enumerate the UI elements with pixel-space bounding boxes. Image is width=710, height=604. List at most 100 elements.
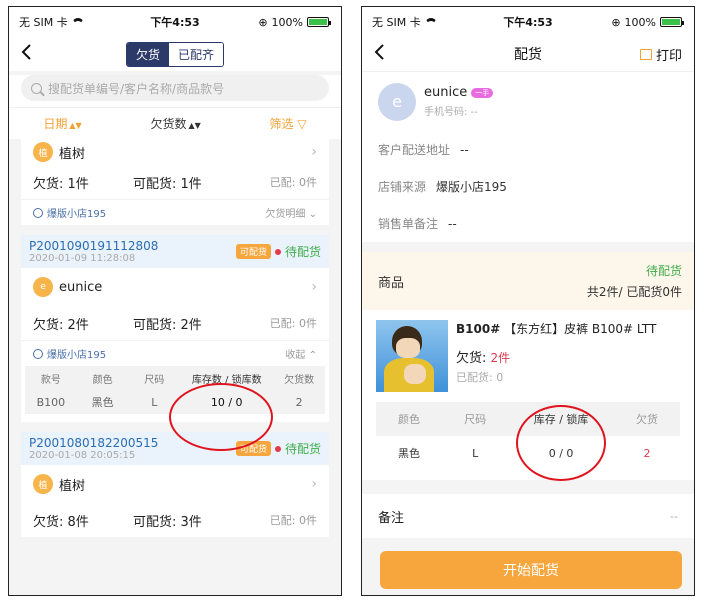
search-icon	[31, 82, 42, 94]
orientation-lock-icon: ⊕	[611, 15, 621, 29]
tab-owed[interactable]: 欠货	[126, 42, 169, 66]
wifi-icon	[71, 17, 84, 27]
left-screen: 无 SIM 卡 下午4:53 ⊕ 100% 欠货 已配齐 搜配货单编号/客户名称/…	[8, 6, 342, 596]
col-owe: 欠货	[635, 413, 658, 426]
col-size: 尺码	[464, 413, 487, 426]
page-title: 配货	[514, 47, 542, 63]
avatar: e	[33, 277, 53, 297]
customer-info: e eunice 一手 手机号码: --	[362, 71, 694, 131]
cell-size: L	[151, 395, 158, 409]
cell-code: B100	[36, 395, 66, 409]
back-icon[interactable]	[374, 44, 388, 62]
order-date: 2020-01-09 11:28:08	[29, 253, 136, 264]
chevron-right-icon: ›	[311, 279, 317, 295]
note-value: --	[670, 509, 678, 523]
available-count: 可配货: 2件	[133, 317, 202, 333]
status-bar: 无 SIM 卡 下午4:53 ⊕ 100%	[362, 7, 694, 37]
battery-icon	[307, 17, 331, 27]
col-color: 颜色	[398, 413, 421, 426]
table-row: B100 黑色 L 10 / 0 2	[25, 390, 325, 414]
note-row[interactable]: 备注 --	[362, 494, 694, 538]
cell-color: 黑色	[91, 396, 114, 409]
remark-row: 销售单备注 --	[362, 205, 694, 242]
address-row: 客户配送地址 --	[362, 131, 694, 168]
owe-count: 欠货: 2件	[33, 317, 89, 333]
product-image	[376, 320, 448, 392]
customer-name: eunice	[59, 279, 103, 295]
carrier-label: 无 SIM 卡	[19, 16, 68, 29]
col-stock: 库存 / 锁库	[533, 413, 589, 426]
sort-qty-button[interactable]: 欠货数 ▲▼	[150, 115, 200, 132]
sort-icon: ▲▼	[188, 121, 201, 130]
battery-icon	[660, 17, 684, 27]
back-icon[interactable]	[21, 44, 35, 62]
order-number: P2001090191112808	[29, 239, 159, 253]
order-card[interactable]: 植 植树 › 欠货: 1件 可配货: 1件 已配: 0件 爆版小店195 欠货明…	[21, 139, 329, 225]
battery-percent: 100%	[624, 15, 656, 29]
store-label: 店铺来源	[378, 180, 427, 194]
done-count: 已配: 0件	[269, 317, 317, 330]
chevron-right-icon: ›	[311, 476, 317, 492]
tab-complete[interactable]: 已配齐	[169, 42, 224, 66]
goods-status: 待配货	[645, 264, 682, 278]
remark-label: 销售单备注	[378, 217, 439, 231]
printer-icon	[639, 49, 652, 60]
status-text: 待配货	[284, 245, 321, 259]
order-number: P2001080182200515	[29, 436, 159, 450]
cell-size: L	[472, 446, 479, 460]
wifi-icon	[424, 17, 437, 27]
status-text: 待配货	[284, 442, 321, 456]
start-distribution-button[interactable]: 开始配货	[380, 551, 682, 589]
search-input[interactable]: 搜配货单编号/客户名称/商品款号	[21, 75, 329, 101]
right-screen: 无 SIM 卡 下午4:53 ⊕ 100% 配货 打印 e eunice 一手 手机…	[361, 6, 695, 596]
customer-name: 植树	[59, 478, 86, 494]
done-count: 已配: 0件	[269, 176, 317, 189]
order-list: 植 植树 › 欠货: 1件 可配货: 1件 已配: 0件 爆版小店195 欠货明…	[9, 139, 341, 537]
col-code: 款号	[40, 374, 61, 386]
battery-percent: 100%	[271, 15, 303, 29]
done-count: 已配: 0件	[269, 514, 317, 527]
chevron-right-icon: ›	[311, 144, 317, 160]
goods-summary: 共2件/ 已配货0件	[586, 285, 682, 299]
status-dot	[274, 248, 281, 255]
chevron-up-icon: ⌃	[308, 350, 317, 361]
order-card[interactable]: P2001090191112808 2020-01-09 11:28:08 可配…	[21, 235, 329, 422]
print-button[interactable]: 打印	[639, 45, 682, 64]
product-done: 已配货: 0	[456, 371, 504, 384]
orientation-lock-icon: ⊕	[258, 15, 268, 29]
collapse-toggle[interactable]: 收起 ⌃	[285, 346, 317, 361]
available-count: 可配货: 1件	[133, 176, 202, 192]
col-owe: 欠货数	[284, 374, 315, 386]
available-tag: 可配货	[235, 244, 271, 259]
nav-bar: 配货 打印	[362, 37, 694, 71]
filter-bar: 日期 ▲▼ 欠货数 ▲▼ 筛选 ▽	[9, 107, 341, 139]
sort-date-button[interactable]: 日期 ▲▼	[43, 115, 81, 132]
status-dot	[274, 445, 281, 452]
store-icon	[33, 348, 43, 359]
cell-stock: 0 / 0	[548, 446, 574, 460]
order-date: 2020-01-08 20:05:15	[29, 450, 136, 461]
note-label: 备注	[378, 510, 405, 526]
sort-icon: ▲▼	[69, 121, 82, 130]
avatar: 植	[33, 142, 53, 162]
avatar: 植	[33, 474, 53, 494]
col-size: 尺码	[144, 374, 165, 386]
sku-table: 颜色 尺码 库存 / 锁库 欠货 黑色 L 0 / 0 2	[376, 402, 680, 470]
product-item[interactable]: B100# 【东方红】皮裤 B100# LTT 欠货: 2件 已配货: 0	[362, 310, 694, 400]
store-row: 店铺来源 爆版小店195	[362, 168, 694, 205]
nav-bar: 欠货 已配齐	[9, 37, 341, 71]
store-icon	[33, 207, 43, 218]
status-bar: 无 SIM 卡 下午4:53 ⊕ 100%	[9, 7, 341, 37]
order-card[interactable]: P2001080182200515 2020-01-08 20:05:15 可配…	[21, 432, 329, 537]
cell-color: 黑色	[398, 447, 421, 460]
carrier-label: 无 SIM 卡	[372, 16, 421, 29]
filter-button[interactable]: 筛选 ▽	[270, 115, 307, 132]
col-color: 颜色	[92, 374, 113, 386]
cell-owe: 2	[643, 446, 651, 460]
owe-count: 欠货: 8件	[33, 514, 89, 530]
remark-value: --	[448, 216, 457, 231]
search-placeholder: 搜配货单编号/客户名称/商品款号	[48, 81, 225, 96]
address-value: --	[460, 142, 469, 157]
store-value: 爆版小店195	[436, 180, 507, 194]
owe-detail-toggle[interactable]: 欠货明细 ⌄	[265, 205, 317, 220]
